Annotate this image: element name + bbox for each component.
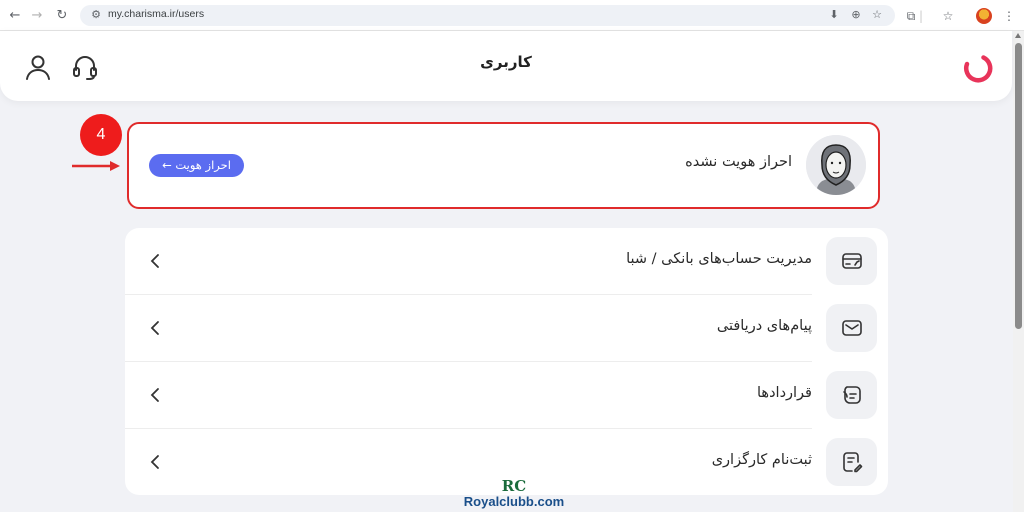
menu-item-label: مدیریت حساب‌های بانکی / شبا: [626, 251, 812, 267]
watermark-logo: RC: [501, 477, 527, 495]
pointer-arrow-icon: [70, 158, 122, 172]
menu-item-label: قراردادها: [757, 385, 812, 401]
bank-card-icon: [826, 237, 877, 285]
verify-identity-button[interactable]: احراز هویت ←: [149, 154, 244, 177]
browser-toolbar: ← → ↻ ⚙ my.charisma.ir/users ⬇ ⊕ ☆ ⧉ | ☆…: [0, 0, 1024, 31]
zoom-icon[interactable]: ⊕: [848, 7, 864, 23]
menu-item-contracts[interactable]: قراردادها: [125, 362, 888, 429]
back-icon[interactable]: ←: [6, 7, 24, 25]
watermark: RC Royalclubb.com: [462, 478, 566, 512]
identity-status-text: احراز هویت نشده: [685, 154, 792, 170]
chevron-left-icon: [150, 455, 159, 469]
menu-item-label: پیام‌های دریافتی: [716, 318, 812, 334]
scrollbar-thumb[interactable]: [1015, 43, 1022, 329]
site-settings-icon[interactable]: ⚙: [88, 7, 104, 23]
reload-icon[interactable]: ↻: [53, 7, 71, 25]
charisma-logo[interactable]: [961, 51, 993, 83]
url-text[interactable]: my.charisma.ir/users: [108, 8, 204, 20]
address-bar[interactable]: ⚙ my.charisma.ir/users ⬇ ⊕ ☆: [80, 5, 895, 26]
app-header: کاربری: [0, 31, 1012, 101]
toolbar-divider: |: [918, 9, 924, 23]
browser-menu-icon[interactable]: ⋮: [1000, 7, 1018, 25]
identity-status-card: احراز هویت نشده احراز هویت ←: [127, 122, 880, 209]
scrollbar[interactable]: [1013, 31, 1024, 512]
install-app-icon[interactable]: ⬇: [826, 7, 842, 23]
user-avatar: [806, 135, 866, 195]
chevron-left-icon: [150, 388, 159, 402]
chevron-left-icon: [150, 321, 159, 335]
menu-item-label: ثبت‌نام کارگزاری: [711, 452, 812, 468]
account-menu: مدیریت حساب‌های بانکی / شبا پیام‌های دری…: [125, 228, 888, 495]
profile-avatar-icon[interactable]: [976, 8, 992, 24]
menu-item-messages[interactable]: پیام‌های دریافتی: [125, 295, 888, 362]
contract-icon: [826, 371, 877, 419]
watermark-text: Royalclubb.com: [463, 494, 565, 509]
envelope-icon: [826, 304, 877, 352]
menu-item-bank-accounts[interactable]: مدیریت حساب‌های بانکی / شبا: [125, 228, 888, 295]
step-number-badge: 4: [80, 114, 122, 156]
bookmark-star-icon[interactable]: ☆: [869, 7, 885, 23]
bookmarks-icon[interactable]: ☆: [939, 7, 957, 25]
page-title: کاربری: [480, 53, 532, 71]
forward-icon[interactable]: →: [28, 7, 46, 25]
registration-form-icon: [826, 438, 877, 486]
scroll-up-arrow-icon[interactable]: [1015, 33, 1021, 38]
chevron-left-icon: [150, 254, 159, 268]
